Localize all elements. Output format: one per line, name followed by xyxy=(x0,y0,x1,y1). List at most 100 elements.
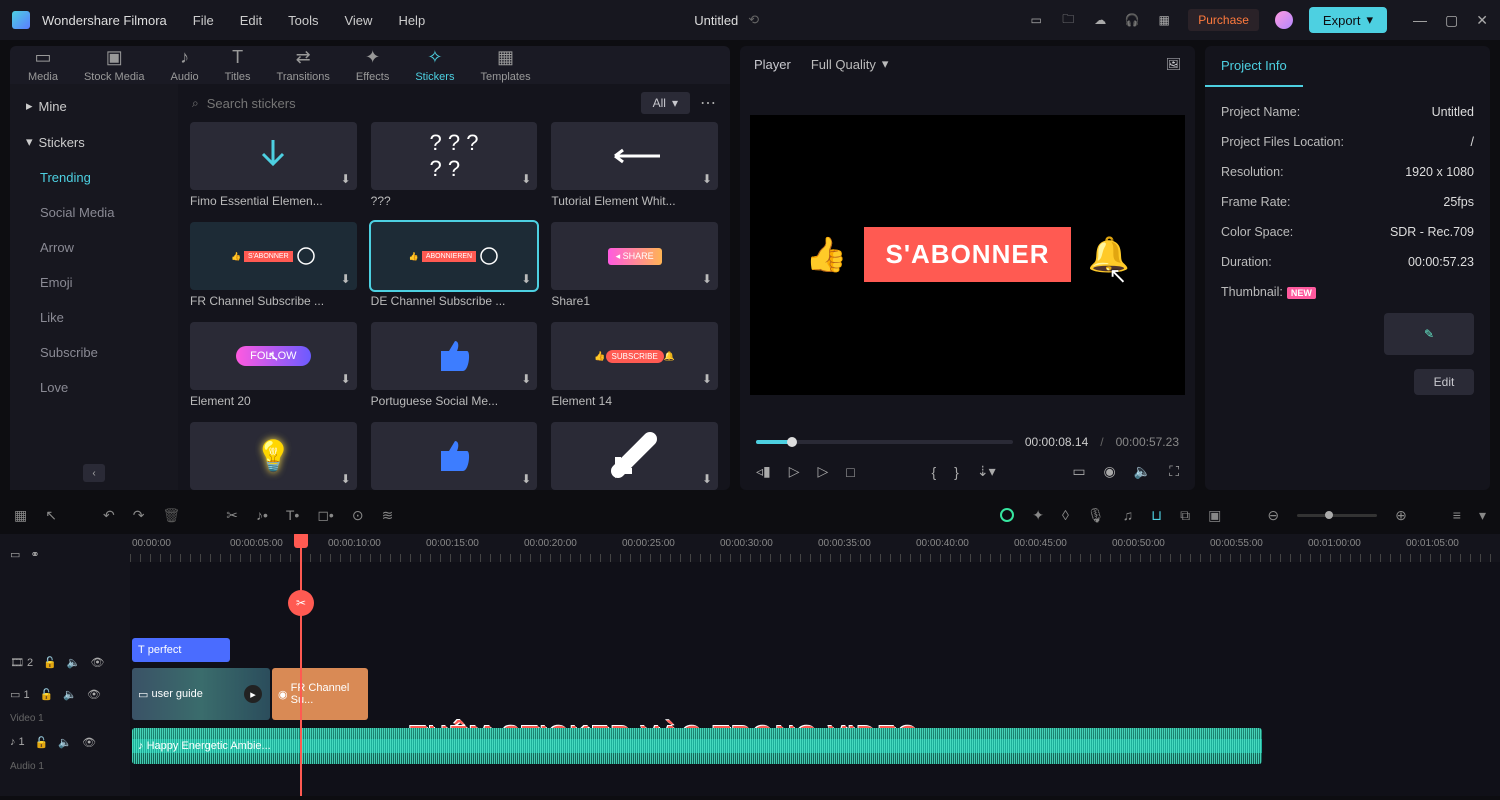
timeline-ruler[interactable]: 00:00:00 00:00:05:00 00:00:10:00 00:00:1… xyxy=(130,534,1500,562)
clip-video[interactable]: ▭ user guide▸ xyxy=(132,668,270,720)
tab-stickers[interactable]: ✧Stickers xyxy=(415,47,454,83)
fullscreen-button[interactable]: ⛶ xyxy=(1169,463,1179,480)
text-tool-icon[interactable]: T• xyxy=(286,507,299,523)
marker-dropdown[interactable]: ⇣▾ xyxy=(977,463,996,480)
render-indicator-icon[interactable] xyxy=(1000,508,1014,522)
zoom-out-button[interactable]: ⊖ xyxy=(1267,507,1279,524)
menu-view[interactable]: View xyxy=(344,13,372,28)
stop-button[interactable]: □ xyxy=(846,464,854,480)
track-header-video[interactable]: ▭ 1🔓🔈👁 xyxy=(0,678,130,710)
filter-dropdown[interactable]: All▾ xyxy=(641,92,690,114)
headset-icon[interactable]: 🎧 xyxy=(1124,12,1140,28)
cloud-icon[interactable]: ☁ xyxy=(1092,12,1108,28)
lock-icon[interactable]: 🔓 xyxy=(35,736,49,749)
prev-frame-button[interactable]: ◃▮ xyxy=(756,463,771,480)
download-icon[interactable]: ⬇ xyxy=(341,172,351,186)
next-frame-button[interactable]: ▷ xyxy=(818,463,829,480)
track-header-audio[interactable]: ♪ 1🔓🔈👁 xyxy=(0,726,130,758)
mic-icon[interactable]: 🎙 xyxy=(1087,507,1105,524)
redo-button[interactable]: ↷ xyxy=(133,507,145,524)
timeline-view-icon[interactable]: ▭ xyxy=(10,548,20,561)
sticker-item[interactable]: ◂ SHARE⬇Share1 xyxy=(551,222,718,308)
clip-sticker[interactable]: ◉ FR Channel Su... xyxy=(272,668,368,720)
thumbnail-edit-button[interactable]: ✎ xyxy=(1384,313,1474,355)
mute-icon[interactable]: 🔈 xyxy=(58,736,72,749)
download-icon[interactable]: ⬇ xyxy=(702,172,712,186)
sticker-item[interactable]: 💡⬇ xyxy=(190,422,357,490)
dropdown-icon[interactable]: ▾ xyxy=(1479,507,1486,524)
speed-tool-icon[interactable]: ⊙ xyxy=(352,507,364,524)
link-icon[interactable]: ⧉ xyxy=(1180,507,1190,524)
sticker-item[interactable]: FOLLOW↖⬇Element 20 xyxy=(190,322,357,408)
monitor-icon[interactable]: ▭ xyxy=(1028,12,1044,28)
avatar-icon[interactable] xyxy=(1275,11,1293,29)
tab-stock-media[interactable]: ▣Stock Media xyxy=(84,47,145,83)
category-emoji[interactable]: Emoji xyxy=(10,265,178,300)
tab-titles[interactable]: TTitles xyxy=(225,47,251,83)
timeline-body[interactable]: 00:00:00 00:00:05:00 00:00:10:00 00:00:1… xyxy=(130,534,1500,796)
list-view-icon[interactable]: ≡ xyxy=(1453,507,1461,523)
visibility-icon[interactable]: 👁 xyxy=(82,736,96,749)
split-handle[interactable]: ✂ xyxy=(288,590,314,616)
zoom-slider[interactable] xyxy=(1297,514,1377,517)
sticker-item[interactable]: 👍S'ABONNER⬇FR Channel Subscribe ... xyxy=(190,222,357,308)
download-icon[interactable]: ⬇ xyxy=(341,272,351,286)
volume-button[interactable]: 🔈 xyxy=(1134,463,1151,480)
menu-edit[interactable]: Edit xyxy=(240,13,262,28)
download-icon[interactable]: ⬇ xyxy=(341,372,351,386)
zoom-in-button[interactable]: ⊕ xyxy=(1395,507,1407,524)
in-point-button[interactable]: { xyxy=(931,464,936,480)
download-icon[interactable]: ⬇ xyxy=(702,272,712,286)
sticker-item[interactable]: ⬇Fimo Essential Elemen... xyxy=(190,122,357,208)
sync-icon[interactable]: ⟲ xyxy=(748,12,759,28)
magnet-icon[interactable]: ⊔ xyxy=(1151,507,1162,524)
minimize-button[interactable]: — xyxy=(1413,12,1427,29)
effects-toggle-icon[interactable]: ✦ xyxy=(1032,507,1044,524)
more-menu-icon[interactable]: ⋯ xyxy=(700,93,716,113)
snapshot-button[interactable]: ◉ xyxy=(1104,463,1116,480)
apps-icon[interactable]: ▦ xyxy=(1156,12,1172,28)
sticker-item[interactable]: 👍SUBSCRIBE🔔⬇Element 14 xyxy=(551,322,718,408)
tab-audio[interactable]: ♪Audio xyxy=(171,47,199,83)
marker-icon[interactable]: ◊ xyxy=(1062,507,1069,523)
track-header-fx[interactable]: 🎞 2🔓🔈👁 xyxy=(0,646,130,678)
lock-icon[interactable]: 🔓 xyxy=(43,656,57,669)
mute-icon[interactable]: 🔈 xyxy=(67,656,81,669)
player-viewport[interactable]: 👍 S'ABONNER 🔔 ↖ xyxy=(750,115,1185,395)
download-icon[interactable]: ⬇ xyxy=(702,372,712,386)
edit-button[interactable]: Edit xyxy=(1414,369,1474,395)
sidebar-item-stickers[interactable]: ▾Stickers xyxy=(10,124,178,160)
visibility-icon[interactable]: 👁 xyxy=(87,688,101,701)
category-trending[interactable]: Trending xyxy=(10,160,178,195)
close-button[interactable]: ✕ xyxy=(1476,12,1488,29)
sticker-item[interactable]: ⬇Portuguese Social Me... xyxy=(371,322,538,408)
category-social-media[interactable]: Social Media xyxy=(10,195,178,230)
track-video[interactable]: ▭ user guide▸ ◉ FR Channel Su... THÊM ST… xyxy=(130,668,1500,720)
link-tracks-icon[interactable]: ⚭ xyxy=(30,548,39,561)
download-icon[interactable]: ⬇ xyxy=(702,472,712,486)
sticker-item[interactable]: ⬇ xyxy=(551,422,718,490)
audio-tool-icon[interactable]: ♪• xyxy=(256,507,268,523)
color-tool-icon[interactable]: ≋ xyxy=(382,507,394,524)
playhead-handle[interactable] xyxy=(294,534,308,548)
save-icon[interactable]: 🗀 xyxy=(1060,12,1076,28)
download-icon[interactable]: ⬇ xyxy=(521,172,531,186)
download-icon[interactable]: ⬇ xyxy=(521,472,531,486)
track-text[interactable]: T perfect xyxy=(130,638,1500,662)
tab-project-info[interactable]: Project Info xyxy=(1205,46,1303,87)
grid-icon[interactable]: ▦ xyxy=(14,507,27,524)
delete-button[interactable]: 🗑 xyxy=(162,507,180,524)
search-input[interactable] xyxy=(207,96,631,111)
menu-file[interactable]: File xyxy=(193,13,214,28)
category-arrow[interactable]: Arrow xyxy=(10,230,178,265)
sticker-item[interactable]: 👍ABONNIEREN⬇DE Channel Subscribe ... xyxy=(371,222,538,308)
category-like[interactable]: Like xyxy=(10,300,178,335)
menu-tools[interactable]: Tools xyxy=(288,13,318,28)
play-button[interactable]: ▷ xyxy=(789,463,800,480)
quality-dropdown[interactable]: Full Quality▾ xyxy=(811,56,889,72)
undo-button[interactable]: ↶ xyxy=(103,507,115,524)
out-point-button[interactable]: } xyxy=(954,464,959,480)
mute-icon[interactable]: 🔈 xyxy=(63,688,77,701)
music-icon[interactable]: ♫ xyxy=(1123,507,1134,523)
sticker-item[interactable]: ? ? ?? ?⬇??? xyxy=(371,122,538,208)
